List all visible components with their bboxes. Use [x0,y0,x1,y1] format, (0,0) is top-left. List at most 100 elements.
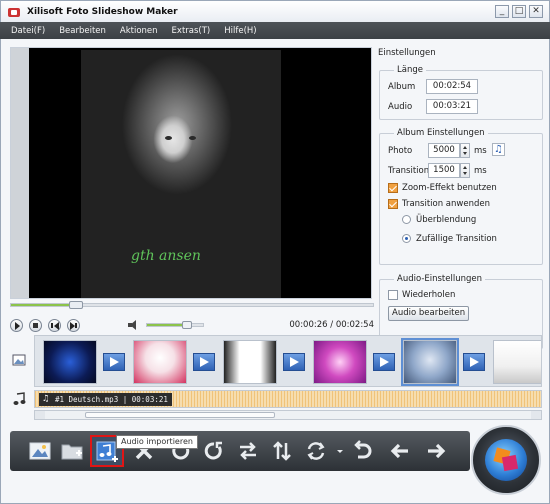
photo-strip [34,335,542,387]
chevron-down-icon[interactable] [328,439,343,463]
apply-transition-label: Transition anwenden [402,199,490,209]
menu-bar: Datei(F) Bearbeiten Aktionen Extras(T) H… [0,22,550,39]
settings-title: Einstellungen [378,48,436,58]
random-transition-label: Zufällige Transition [416,234,497,244]
audio-track-icon [13,392,26,405]
laenge-group: Länge Album 00:02:54 Audio 00:03:21 [379,65,543,120]
bottom-toolbar [10,431,470,471]
transition-icon[interactable] [103,353,125,371]
timeline-scrollbar[interactable] [34,410,542,420]
audio-length-field[interactable]: 00:03:21 [426,99,478,114]
apply-transition-checkbox[interactable] [388,199,398,209]
repeat-checkbox[interactable] [388,290,398,300]
album-length-field[interactable]: 00:02:54 [426,79,478,94]
transition-duration-label: Transition [388,166,430,176]
zoom-effect-label: Zoom-Effekt benutzen [402,183,497,193]
create-slideshow-button[interactable] [471,425,541,495]
photo-thumbnail[interactable] [313,340,367,384]
scroll-right-arrow[interactable] [531,411,541,419]
title-bar: Xilisoft Foto Slideshow Maker _ □ ✕ [0,0,550,22]
add-folder-icon[interactable] [60,439,84,463]
volume-slider[interactable] [146,321,204,329]
window-controls: _ □ ✕ [495,5,543,18]
transition-icon[interactable] [463,353,485,371]
sort-icon[interactable] [270,439,294,463]
timeline: ♫ #1 Deutsch.mp3 | 00:03:21 [10,335,542,421]
minimize-button[interactable]: _ [495,5,509,18]
photo-thumbnail-selected[interactable] [401,338,459,386]
maximize-button[interactable]: □ [512,5,526,18]
swap-icon[interactable] [236,439,260,463]
preview-photo: gth ansen [81,50,281,298]
scroll-left-arrow[interactable] [35,411,45,419]
app-icon [7,5,21,19]
menu-hilfe[interactable]: Hilfe(H) [217,26,263,36]
album-length-label: Album [388,82,416,92]
menu-extras[interactable]: Extras(T) [165,26,218,36]
stop-icon[interactable] [29,318,42,332]
repeat-label: Wiederholen [402,290,456,300]
transition-duration-field[interactable]: 1500 [428,163,460,178]
photo-thumbnail[interactable] [43,340,97,384]
volume-slider-thumb[interactable] [182,321,193,329]
rotate-right-icon[interactable] [202,439,226,463]
random-transition-radio[interactable] [402,234,411,243]
menu-datei[interactable]: Datei(F) [4,26,52,36]
move-left-icon[interactable] [388,439,412,463]
transition-icon[interactable] [283,353,305,371]
transition-icon[interactable] [304,439,328,463]
photo-duration-label: Photo [388,146,413,156]
audio-track[interactable]: ♫ #1 Deutsch.mp3 | 00:03:21 [34,390,542,408]
music-note-icon[interactable]: ♫ [492,143,505,156]
play-icon[interactable] [10,318,23,332]
note-icon: ♫ [43,394,49,404]
photo-eye-right [189,136,196,140]
volume-icon[interactable] [128,320,140,330]
preview-pane: gth ansen [10,47,372,299]
photo-duration-spinner[interactable] [460,143,470,158]
zoom-effect-checkbox[interactable] [388,183,398,193]
photo-thumbnail[interactable] [133,340,187,384]
crossfade-label: Überblendung [416,215,477,225]
photo-watermark: gth ansen [131,248,201,264]
menu-aktionen[interactable]: Aktionen [113,26,165,36]
transition-icon[interactable] [193,353,215,371]
edit-audio-button[interactable]: Audio bearbeiten [388,306,470,321]
playback-controls: 00:00:26 / 00:02:54 [10,317,374,333]
transition-icon[interactable] [373,353,395,371]
photo-track-icon [12,354,26,366]
photo-duration-unit: ms [474,146,487,156]
seek-bar-fill [11,304,77,306]
close-button[interactable]: ✕ [529,5,543,18]
menu-bearbeiten[interactable]: Bearbeiten [52,26,113,36]
undo-icon[interactable] [350,439,374,463]
time-readout: 00:00:26 / 00:02:54 [289,320,374,330]
photo-thumbnail[interactable] [223,340,277,384]
scroll-thumb[interactable] [85,412,275,418]
window-title: Xilisoft Foto Slideshow Maker [27,6,178,17]
preview-margin [11,48,29,298]
add-photo-icon[interactable] [28,439,52,463]
laenge-legend: Länge [394,65,426,75]
album-settings-group: Album Einstellungen Photo 5000 ms ♫ Tran… [379,128,543,265]
photo-thumbnail[interactable] [493,340,541,384]
seek-bar-thumb[interactable] [69,301,84,309]
audio-clip-label: #1 Deutsch.mp3 | 00:03:21 [55,395,168,404]
previous-icon[interactable] [48,318,61,332]
settings-panel: Einstellungen Länge Album 00:02:54 Audio… [377,47,543,349]
audio-clip[interactable]: ♫ #1 Deutsch.mp3 | 00:03:21 [39,393,172,406]
seek-bar[interactable] [10,301,374,309]
volume-slider-fill [147,324,188,326]
import-audio-tooltip: Audio importieren [116,435,198,449]
move-right-icon[interactable] [424,439,448,463]
crossfade-radio[interactable] [402,215,411,224]
transition-duration-spinner[interactable] [460,163,470,178]
album-settings-legend: Album Einstellungen [394,128,488,138]
transition-duration-unit: ms [474,166,487,176]
main-area: gth ansen 00:00:26 / 00:02:54 Einstellun… [0,39,550,504]
photo-eye-left [165,136,172,140]
audio-length-label: Audio [388,102,413,112]
next-icon[interactable] [67,318,80,332]
photo-duration-field[interactable]: 5000 [428,143,460,158]
audio-settings-legend: Audio-Einstellungen [394,274,486,284]
